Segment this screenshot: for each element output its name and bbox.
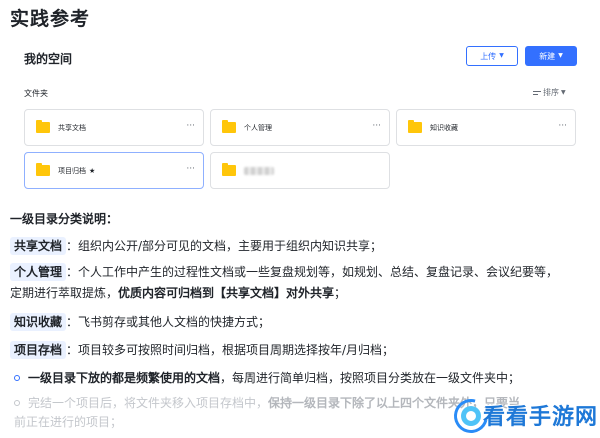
doc-item-project-archive: 项目存档 ：项目较多可按照时间归档，根据项目周期选择按年/月归档；: [10, 340, 570, 361]
more-options-icon[interactable]: ···: [186, 165, 195, 174]
folder-name: 共享文档: [58, 123, 86, 132]
doc-item-personal-management: 个人管理 ：个人工作中产生的过程性文档或一些复盘规划等，如规划、总结、复盘记录、会…: [10, 262, 570, 304]
chevron-down-icon: ▼: [499, 52, 504, 59]
new-button[interactable]: 新建 ▼: [525, 46, 577, 66]
redacted-folder-name: [244, 166, 274, 175]
space-title: 我的空间: [24, 52, 73, 66]
folder-card-project-archive[interactable]: 项目归档 ★ ···: [24, 152, 204, 189]
bullet-bold-text: 一级目录下放的都是频繁使用的文档: [28, 371, 221, 385]
sort-label: 排序: [543, 88, 559, 97]
folder-icon: [222, 120, 236, 133]
upload-button[interactable]: 上传 ▼: [466, 46, 518, 66]
watermark: 看看手游网: [447, 392, 598, 438]
folder-name: 个人管理: [244, 123, 272, 132]
doc-item-text: ：项目较多可按照时间归档，根据项目周期选择按年/月归档；: [66, 343, 395, 357]
folder-name: 知识收藏: [430, 123, 458, 132]
watermark-text: 看看手游网: [482, 405, 598, 430]
bullet-text: 完结一个项目后，将文件夹移入项目存档中，: [28, 396, 269, 410]
folder-icon: [408, 120, 422, 133]
doc-tag: 个人管理: [10, 263, 67, 281]
more-options-icon[interactable]: ···: [558, 122, 567, 131]
page-title: 实践参考: [10, 8, 91, 30]
folder-name: 项目归档: [58, 166, 86, 175]
upload-button-label: 上传: [480, 51, 497, 61]
doc-tag: 项目存档: [10, 341, 67, 359]
section-heading: 一级目录分类说明：: [10, 212, 119, 226]
star-icon: ★: [89, 166, 96, 175]
folders-section-label: 文件夹: [24, 89, 48, 98]
folder-card-shared-docs[interactable]: 共享文档 ···: [24, 109, 204, 146]
new-button-label: 新建: [539, 51, 556, 61]
doc-item-text: ：飞书剪存或其他人文档的快捷方式；: [66, 315, 271, 329]
bullet-icon: [14, 374, 20, 381]
doc-item-bold-text: 优质内容可归档到【共享文档】对外共享: [118, 286, 335, 300]
watermark-logo-icon: [447, 392, 495, 438]
bullet-continuation: 前正在进行的项目；: [14, 415, 123, 429]
more-options-icon[interactable]: ···: [372, 122, 381, 131]
bullet-text: ，每周进行简单归档，按照项目分类放在一级文件夹中；: [220, 371, 521, 385]
sort-icon: [533, 89, 541, 97]
doc-tag: 共享文档: [10, 237, 67, 255]
folder-icon: [222, 163, 236, 176]
doc-item-text: ：组织内公开/部分可见的文档，主要用于组织内知识共享；: [66, 239, 383, 253]
doc-item-shared-docs: 共享文档 ：组织内公开/部分可见的文档，主要用于组织内知识共享；: [10, 236, 570, 257]
chevron-down-icon: ▼: [561, 88, 566, 96]
folder-card-knowledge-collection[interactable]: 知识收藏 ···: [396, 109, 576, 146]
sort-button[interactable]: 排序 ▼: [533, 87, 566, 98]
folder-card-personal-management[interactable]: 个人管理 ···: [210, 109, 390, 146]
doc-item-tail: ；: [334, 286, 347, 300]
chevron-down-icon: ▼: [558, 52, 563, 59]
more-options-icon[interactable]: ···: [186, 122, 195, 131]
bullet-item: 一级目录下放的都是频繁使用的文档，每周进行简单归档，按照项目分类放在一级文件夹中…: [14, 369, 574, 388]
doc-tag: 知识收藏: [10, 313, 67, 331]
doc-item-knowledge-collection: 知识收藏 ：飞书剪存或其他人文档的快捷方式；: [10, 312, 570, 333]
folder-icon: [36, 120, 50, 133]
folder-icon: [36, 163, 50, 176]
folder-card-blurred[interactable]: [210, 152, 390, 189]
bullet-icon: [14, 399, 20, 406]
